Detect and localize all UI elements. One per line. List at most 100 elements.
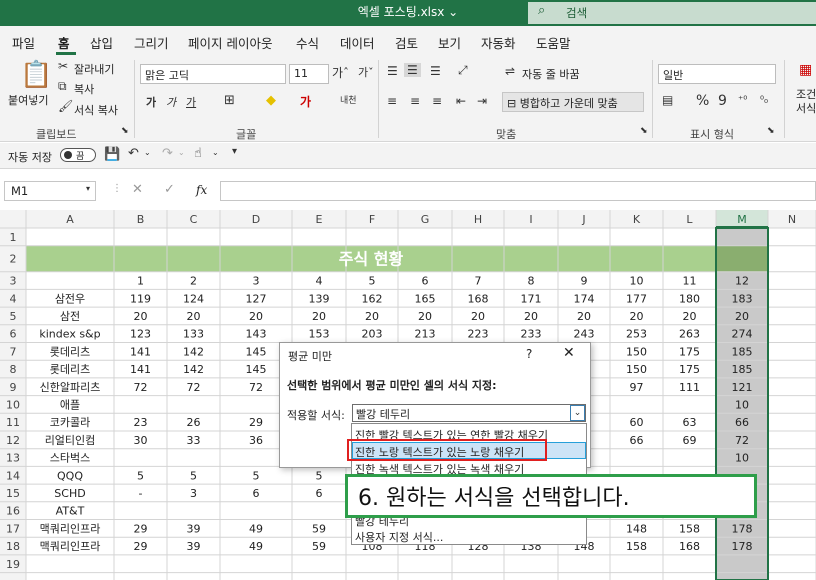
conditional-format-icon[interactable]: ▦	[799, 62, 812, 78]
chevron-down-icon[interactable]: ⌄	[212, 148, 219, 157]
align-middle-icon[interactable]: ☰	[404, 63, 421, 77]
tab-help[interactable]: 도움말	[536, 33, 571, 52]
selected-title-cell	[716, 245, 768, 272]
paste-icon[interactable]: 📋	[20, 60, 52, 90]
value-cell: 158	[626, 540, 647, 553]
orientation-icon[interactable]: ⤢	[458, 63, 468, 78]
decrease-decimal-icon[interactable]: ⁰₀	[760, 95, 768, 106]
align-center-icon[interactable]: ≡	[410, 94, 420, 108]
formula-input[interactable]	[220, 181, 816, 201]
chevron-down-icon[interactable]: ▾	[86, 184, 90, 193]
dialog-launcher-icon[interactable]: ⬊	[767, 126, 775, 136]
wrap-text-button[interactable]: 자동 줄 바꿈	[522, 66, 580, 82]
cancel-icon[interactable]: ✕	[132, 182, 143, 197]
font-group-label: 글꼴	[236, 128, 257, 141]
increase-decimal-icon[interactable]: ⁺⁰	[738, 95, 747, 106]
month-header-cell: 4	[316, 275, 323, 288]
tab-file[interactable]: 파일	[12, 33, 35, 52]
tab-draw[interactable]: 그리기	[134, 33, 169, 52]
tab-insert[interactable]: 삽입	[90, 33, 113, 52]
value-cell: 10	[735, 398, 749, 411]
value-cell: 123	[130, 328, 151, 341]
copy-icon[interactable]: ⧉	[58, 79, 67, 94]
comma-icon[interactable]: 9	[718, 93, 727, 109]
search-icon[interactable]: ⌕	[538, 3, 558, 23]
quick-access-toolbar	[0, 143, 816, 169]
tab-page-layout[interactable]: 페이지 레이아웃	[188, 33, 272, 52]
currency-icon[interactable]: ▤	[662, 93, 673, 107]
percent-icon[interactable]: %	[696, 93, 709, 109]
value-cell: 20	[735, 310, 749, 323]
tab-home[interactable]: 홈	[58, 33, 70, 52]
group-divider	[378, 60, 379, 138]
brush-icon[interactable]: 🖌	[58, 99, 73, 113]
month-header-cell: 6	[422, 275, 429, 288]
value-cell: 29	[134, 540, 148, 553]
row-header: 4	[10, 292, 17, 305]
value-cell: 5	[253, 469, 260, 482]
tab-data[interactable]: 데이터	[340, 33, 375, 52]
value-cell: 203	[362, 328, 383, 341]
bold-icon[interactable]: 가	[146, 94, 156, 110]
dialog-launcher-icon[interactable]: ⬊	[121, 126, 129, 136]
number-format-select[interactable]: 일반	[658, 64, 776, 84]
align-left-icon[interactable]: ≡	[387, 94, 397, 108]
conditional-format-button-line2[interactable]: 서식	[796, 100, 816, 116]
cut-button[interactable]: 잘라내기	[74, 61, 114, 77]
column-header: E	[316, 213, 323, 226]
tab-view[interactable]: 보기	[438, 33, 461, 52]
align-bottom-icon[interactable]: ☰	[430, 64, 441, 78]
tab-automate[interactable]: 자동화	[481, 33, 516, 52]
tab-formulas[interactable]: 수식	[296, 33, 319, 52]
phonetic-icon[interactable]: 내천	[340, 93, 357, 106]
value-cell: 72	[187, 381, 201, 394]
close-button[interactable]: ✕	[563, 345, 575, 361]
shrink-font-icon[interactable]: 가ˇ	[358, 64, 374, 80]
decrease-indent-icon[interactable]: ⇤	[456, 94, 466, 108]
column-header: H	[474, 213, 482, 226]
merge-center-button[interactable]: ⊟ 병합하고 가운데 맞춤	[502, 92, 644, 112]
row-header: 11	[6, 416, 20, 429]
dialog-launcher-icon[interactable]: ⬊	[640, 126, 648, 136]
align-right-icon[interactable]: ≡	[432, 94, 442, 108]
scissors-icon[interactable]: ✂	[58, 59, 68, 73]
option-custom-format[interactable]: 사용자 지정 서식...	[355, 529, 443, 545]
paste-button[interactable]: 붙여넣기	[8, 92, 48, 108]
value-cell: 119	[130, 292, 151, 305]
number-group-label: 표시 형식	[690, 128, 734, 141]
row-header: 18	[6, 540, 20, 553]
font-color-icon[interactable]: 가	[300, 93, 311, 110]
name-box[interactable]: M1	[4, 181, 96, 201]
tab-review[interactable]: 검토	[395, 33, 418, 52]
italic-icon[interactable]: 가	[166, 94, 176, 110]
chevron-down-icon[interactable]: ⌄	[570, 405, 585, 421]
chevron-down-icon[interactable]: ⌄	[144, 148, 151, 157]
row-header: 14	[6, 469, 20, 482]
value-cell: 150	[626, 363, 647, 376]
help-button[interactable]: ?	[526, 347, 532, 361]
redo-icon[interactable]: ↷	[162, 146, 173, 161]
stock-name-cell: SCHD	[54, 487, 85, 500]
toggle-knob	[64, 151, 72, 159]
font-size-select[interactable]: 11	[289, 64, 329, 84]
copy-button[interactable]: 복사	[74, 81, 94, 97]
border-icon[interactable]: ⊞	[224, 93, 235, 108]
underline-icon[interactable]: 가	[186, 94, 196, 110]
align-top-icon[interactable]: ☰	[387, 64, 398, 78]
save-icon[interactable]: 💾	[104, 147, 120, 162]
touch-mode-icon[interactable]: ☝	[194, 146, 202, 161]
fill-color-icon[interactable]: ◆	[266, 93, 276, 108]
search-input[interactable]: 검색	[566, 5, 587, 21]
undo-icon[interactable]: ↶	[128, 146, 139, 161]
row-header: 12	[6, 434, 20, 447]
chevron-down-icon[interactable]: ⌄	[178, 148, 185, 157]
customize-qat-icon[interactable]: ▾	[232, 146, 237, 157]
wrap-text-icon[interactable]: ⇌	[505, 64, 515, 78]
font-name-select[interactable]: 맑은 고딕	[140, 64, 286, 84]
insert-function-button[interactable]: fx	[196, 183, 207, 197]
format-painter-button[interactable]: 서식 복사	[74, 102, 118, 118]
increase-indent-icon[interactable]: ⇥	[477, 94, 487, 108]
enter-icon[interactable]: ✓	[164, 182, 175, 197]
grow-font-icon[interactable]: 가ˆ	[332, 64, 349, 81]
value-cell: 20	[577, 310, 591, 323]
